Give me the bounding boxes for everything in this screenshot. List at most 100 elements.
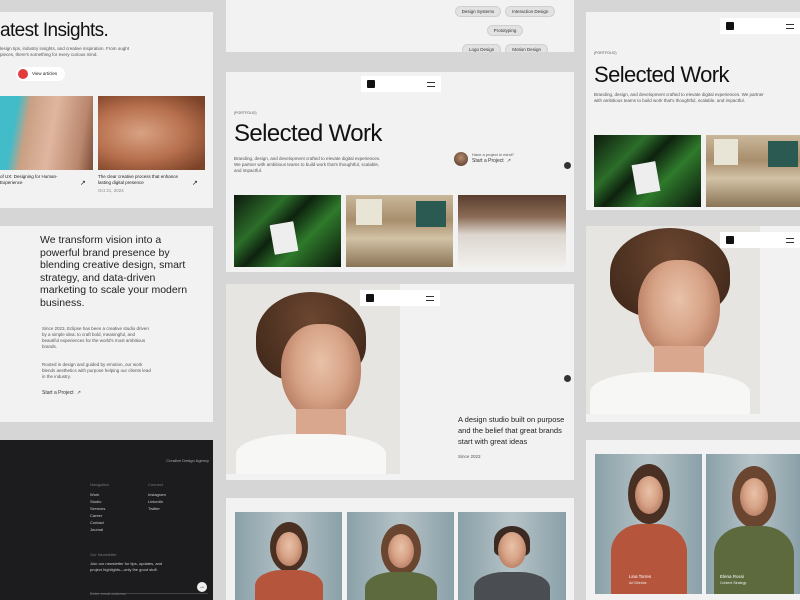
window-graphic [356,199,382,225]
shirt-graphic [611,524,687,594]
footer-nav-list: Work Studio Services Career Contact Journal [90,491,105,533]
project-image-interior[interactable] [706,135,800,207]
menu-icon[interactable] [786,237,794,243]
footer-social-link[interactable]: Instagram [148,491,166,498]
footer-nav-link[interactable]: Contact [90,519,105,526]
page-title: Selected Work [594,62,729,87]
view-articles-button[interactable]: View articles [16,67,66,81]
start-project-link[interactable]: Start a Project ↗ [472,158,511,165]
portrait-image [586,226,760,414]
shopping-bag-graphic [269,221,299,255]
footer-nav-link[interactable]: Journal [90,526,105,533]
insights-card: atest Insights. lesign tips, industry in… [0,12,213,208]
service-tag[interactable]: Prototyping [486,25,524,36]
start-project-link[interactable]: Start a Project ↗ [42,390,81,397]
page-desc: Branding, design, and development crafte… [594,92,764,103]
menu-icon[interactable] [427,81,435,87]
article2-date: Oct 21, 2024 [98,188,124,193]
services-tags-card: Design Systems Interaction Design Prototyp… [226,0,574,52]
footer-nav-link[interactable]: Studio [90,498,105,505]
start-project-label: Start a Project [42,390,74,396]
face-graphic [635,476,663,514]
footer-tagline: Creative Design Agency [166,458,209,463]
team-member-photo[interactable] [458,512,566,600]
portrait-image [226,284,400,474]
vision-para-1: Since 2023, Eclipse has been a creative … [42,326,149,349]
portfolio-eyebrow: (PORTFOLIO) [594,51,617,55]
arrow-up-right-icon[interactable]: ↗ [80,179,86,187]
project-image-bag[interactable] [234,195,341,267]
footer-nav-link[interactable]: Career [90,512,105,519]
face-graphic [638,260,720,358]
top-navbar [360,290,440,306]
since-label: Since 2023 [458,454,481,459]
service-tag[interactable]: Interaction Design [505,6,556,17]
connect-heading: Connect [148,482,163,487]
shopping-bag-graphic [631,161,661,195]
logo-icon[interactable] [726,236,734,244]
menu-icon[interactable] [786,23,794,29]
portrait-mobile-card [586,226,800,422]
top-navbar [720,232,800,248]
project-image-bag[interactable] [594,135,701,207]
member-role: Art Director [629,581,647,585]
shirt-graphic [236,434,386,474]
team-member-photo[interactable] [235,512,342,600]
team-member-photo[interactable]: Lina Torres Art Director [595,454,702,594]
logo-icon[interactable] [726,22,734,30]
insights-heading: atest Insights. [0,20,109,41]
view-articles-label: View articles [32,71,58,76]
portfolio-eyebrow: (PORTFOLIO) [234,111,257,115]
footer-social-link[interactable]: LinkedIn [148,498,166,505]
scroll-indicator-icon[interactable] [564,375,571,382]
about-vision-card: We transform vision into a powerful bran… [0,226,213,422]
start-project-label: Start a Project [472,158,504,164]
footer-social-link[interactable]: Twitter [148,505,166,512]
email-field[interactable]: Enter email address [90,582,208,596]
logo-icon[interactable] [366,294,374,302]
footer-nav-link[interactable]: Work [90,491,105,498]
shirt-graphic [255,570,323,600]
face-graphic [740,478,768,516]
top-navbar [361,76,441,92]
shirt-graphic [365,572,437,600]
service-tag[interactable]: Logo Design [461,44,502,52]
article2-image[interactable] [98,96,205,170]
studio-tagline: A design studio built on purpose and the… [458,415,565,446]
submit-arrow-button[interactable]: → [197,582,207,592]
window-graphic [714,139,738,165]
article1-image[interactable] [0,96,93,170]
nav-heading: Navigation [90,482,109,487]
selected-work-mobile-card: (PORTFOLIO) Selected Work Branding, desi… [586,12,800,210]
footer-nav-link[interactable]: Services [90,505,105,512]
scroll-indicator-icon[interactable] [564,162,571,169]
team-mobile-card: Lina Torres Art Director Elena Rossi Con… [586,440,800,600]
page-title: Selected Work [234,120,382,147]
footer-card: Creative Design Agency Navigation Work St… [0,440,213,600]
footer-connect-list: Instagram LinkedIn Twitter [148,491,166,512]
member-role: Content Strategy [720,581,747,585]
arrow-up-right-icon[interactable]: ↗ [192,179,198,187]
project-image-interior[interactable] [346,195,453,267]
vision-para-2: Rooted in design and guided by emotion, … [42,362,151,379]
team-member-photo[interactable] [347,512,454,600]
project-image-gallery[interactable] [458,195,566,267]
page-desc: Branding, design, and development crafte… [234,156,381,173]
service-tag[interactable]: Design Systems [454,6,502,17]
face-graphic [281,324,361,420]
newsletter-heading: Our Newsletter [90,552,117,557]
shirt-graphic [474,572,550,600]
logo-icon[interactable] [367,80,375,88]
face-graphic [498,532,526,568]
shirt-graphic [590,372,750,414]
email-placeholder: Enter email address [90,591,126,596]
menu-icon[interactable] [426,295,434,301]
article2-title[interactable]: The clear creative process that enhance … [98,174,183,186]
face-graphic [276,532,302,566]
service-tag[interactable]: Motion Design [505,44,549,52]
tags-group: Design Systems Interaction Design Prototyp… [440,0,570,52]
arrow-up-right-icon: ↗ [506,158,511,164]
article1-title[interactable]: of UX: Designing for Human- Experience [0,174,70,186]
newsletter-text: Join our newsletter for tips, updates, a… [90,561,163,572]
team-member-photo[interactable]: Elena Rossi Content Strategy [706,454,800,594]
